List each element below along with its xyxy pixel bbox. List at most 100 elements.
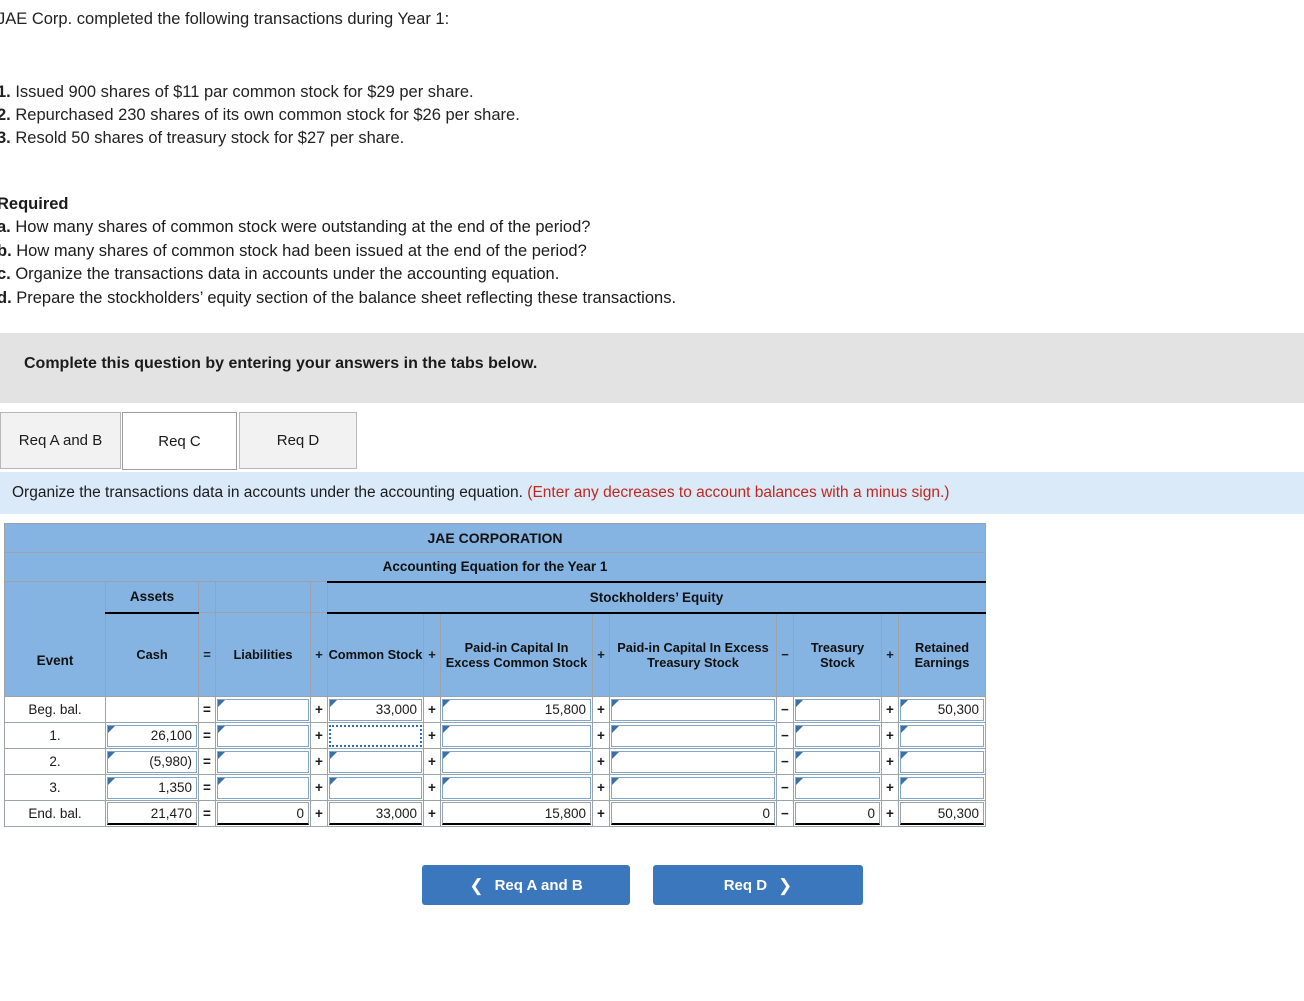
group-header-stockholders-equity: Stockholders’ Equity bbox=[327, 580, 986, 614]
cell-flag-icon bbox=[796, 699, 803, 707]
group-header-assets: Assets bbox=[105, 581, 199, 614]
cell-retained-earnings-total: 50,300 bbox=[898, 800, 986, 827]
paid-in-capital-treasury-input[interactable] bbox=[611, 698, 775, 721]
cash-input[interactable]: (5,980) bbox=[107, 750, 197, 773]
cell-cash[interactable]: 1,350 bbox=[105, 774, 199, 801]
cell-retained-earnings[interactable] bbox=[898, 774, 986, 801]
retained-earnings-input[interactable]: 50,300 bbox=[900, 698, 984, 721]
cell-liabilities[interactable] bbox=[215, 774, 311, 801]
cell-cash[interactable]: (5,980) bbox=[105, 748, 199, 775]
operator-plus: + bbox=[592, 722, 610, 749]
tab-req-c[interactable]: Req C bbox=[122, 412, 237, 470]
liabilities-input[interactable] bbox=[217, 750, 309, 773]
operator-plus: + bbox=[881, 748, 899, 775]
cell-treasury-stock[interactable] bbox=[793, 696, 882, 723]
treasury-stock-input[interactable] bbox=[795, 776, 880, 799]
operator-plus: + bbox=[310, 612, 328, 697]
tab-req-d[interactable]: Req D bbox=[239, 412, 357, 469]
required-item: b. How many shares of common stock had b… bbox=[0, 240, 1304, 264]
cell-common-stock[interactable] bbox=[327, 774, 424, 801]
cell-treasury-stock[interactable] bbox=[793, 748, 882, 775]
cell-retained-earnings[interactable]: 50,300 bbox=[898, 696, 986, 723]
cell-flag-icon bbox=[443, 777, 450, 785]
required-letter: b. bbox=[0, 241, 12, 260]
paid-in-capital-treasury-input[interactable] bbox=[611, 724, 775, 747]
table-group-header-row: Event Assets Stockholders’ Equity bbox=[4, 580, 986, 697]
cell-paid-in-capital-common[interactable] bbox=[440, 722, 593, 749]
common-stock-input[interactable] bbox=[329, 776, 422, 799]
cell-cash[interactable]: 26,100 bbox=[105, 722, 199, 749]
common-stock-input[interactable] bbox=[329, 724, 422, 747]
cell-flag-icon bbox=[108, 777, 115, 785]
cash-input[interactable]: 26,100 bbox=[107, 724, 197, 747]
retained-earnings-input[interactable] bbox=[900, 750, 984, 773]
tab-label: Req C bbox=[158, 432, 201, 450]
cell-liabilities[interactable] bbox=[215, 722, 311, 749]
paid-in-capital-common-input[interactable]: 15,800 bbox=[442, 698, 591, 721]
tab-req-a-and-b[interactable]: Req A and B bbox=[0, 412, 121, 469]
retained-earnings-input[interactable] bbox=[900, 776, 984, 799]
liabilities-input[interactable] bbox=[217, 724, 309, 747]
cell-paid-in-capital-common-total: 15,800 bbox=[440, 800, 593, 827]
cell-retained-earnings[interactable] bbox=[898, 722, 986, 749]
paid-in-capital-common-input[interactable] bbox=[442, 750, 591, 773]
paid-in-capital-common-input[interactable] bbox=[442, 776, 591, 799]
cell-treasury-stock-total: 0 bbox=[793, 800, 882, 827]
cell-flag-icon bbox=[108, 725, 115, 733]
col-header-treasury-stock: Treasury Stock bbox=[793, 612, 882, 697]
treasury-stock-input[interactable] bbox=[795, 750, 880, 773]
cell-liabilities-total: 0 bbox=[215, 800, 311, 827]
cell-common-stock[interactable] bbox=[327, 722, 424, 749]
operator-minus: − bbox=[776, 722, 794, 749]
cell-treasury-stock[interactable] bbox=[793, 722, 882, 749]
cell-paid-in-capital-treasury[interactable] bbox=[609, 774, 777, 801]
required-text: How many shares of common stock had been… bbox=[11, 241, 587, 260]
required-item: a. How many shares of common stock were … bbox=[0, 216, 1304, 240]
cell-retained-earnings[interactable] bbox=[898, 748, 986, 775]
operator-plus: + bbox=[592, 748, 610, 775]
cell-common-stock[interactable] bbox=[327, 748, 424, 775]
operator-plus: + bbox=[423, 748, 441, 775]
treasury-stock-input[interactable] bbox=[795, 698, 880, 721]
operator-plus: + bbox=[423, 612, 441, 697]
cash-total: 21,470 bbox=[107, 802, 197, 825]
table-title-row: JAE CORPORATION bbox=[4, 523, 986, 553]
cell-treasury-stock[interactable] bbox=[793, 774, 882, 801]
cell-flag-icon bbox=[330, 777, 337, 785]
transaction-item: 1. Issued 900 shares of $11 par common s… bbox=[0, 81, 1304, 104]
cell-paid-in-capital-treasury[interactable] bbox=[609, 722, 777, 749]
complete-question-banner: Complete this question by entering your … bbox=[0, 333, 1304, 403]
table-row: Beg. bal. = + 33,000 + 15,800 + − + 50,3… bbox=[4, 696, 986, 723]
paid-in-capital-treasury-input[interactable] bbox=[611, 776, 775, 799]
next-requirement-button[interactable]: Req D ❯ bbox=[653, 865, 863, 905]
cell-paid-in-capital-common[interactable] bbox=[440, 748, 593, 775]
retained-earnings-input[interactable] bbox=[900, 724, 984, 747]
required-text: How many shares of common stock were out… bbox=[10, 218, 591, 236]
cell-paid-in-capital-treasury[interactable] bbox=[609, 696, 777, 723]
cell-paid-in-capital-common[interactable]: 15,800 bbox=[440, 696, 593, 723]
paid-in-capital-treasury-input[interactable] bbox=[611, 750, 775, 773]
cell-common-stock[interactable]: 33,000 bbox=[327, 696, 424, 723]
cell-liabilities[interactable] bbox=[215, 748, 311, 775]
prev-requirement-button[interactable]: ❮ Req A and B bbox=[422, 865, 630, 905]
tab-label: Req D bbox=[276, 432, 320, 449]
cell-paid-in-capital-treasury[interactable] bbox=[609, 748, 777, 775]
cash-input[interactable]: 1,350 bbox=[107, 776, 197, 799]
company-title: JAE CORPORATION bbox=[4, 523, 986, 553]
row-label: 3. bbox=[4, 774, 106, 801]
liabilities-input[interactable] bbox=[217, 776, 309, 799]
treasury-stock-input[interactable] bbox=[795, 724, 880, 747]
common-stock-total: 33,000 bbox=[329, 802, 422, 825]
cell-flag-icon bbox=[612, 777, 619, 785]
operator-equals: = bbox=[198, 696, 216, 723]
cell-liabilities[interactable] bbox=[215, 696, 311, 723]
operator-plus: + bbox=[592, 612, 610, 697]
liabilities-input[interactable] bbox=[217, 698, 309, 721]
common-stock-input[interactable] bbox=[329, 750, 422, 773]
cell-paid-in-capital-common[interactable] bbox=[440, 774, 593, 801]
common-stock-input[interactable]: 33,000 bbox=[329, 698, 422, 721]
required-item: d. Prepare the stockholders’ equity sect… bbox=[0, 287, 1304, 311]
cell-flag-icon bbox=[443, 751, 450, 759]
paid-in-capital-common-input[interactable] bbox=[442, 724, 591, 747]
complete-question-text: Complete this question by entering your … bbox=[24, 355, 538, 372]
